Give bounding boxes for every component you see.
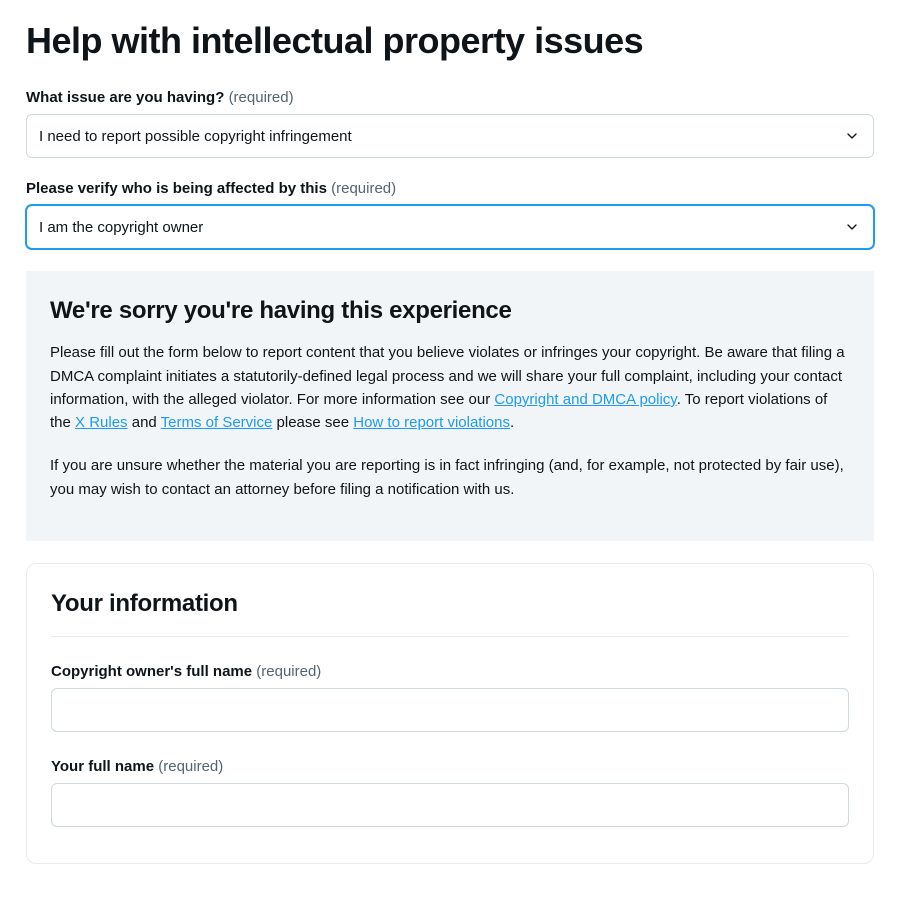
info-paragraph-1: Please fill out the form below to report…	[50, 341, 850, 434]
page-title: Help with intellectual property issues	[26, 20, 874, 61]
affected-select-value: I am the copyright owner	[39, 219, 203, 236]
divider	[51, 636, 849, 637]
affected-select[interactable]: I am the copyright owner	[26, 205, 874, 249]
your-information-card: Your information Copyright owner's full …	[26, 563, 874, 864]
issue-label: What issue are you having? (required)	[26, 89, 874, 106]
required-tag: (required)	[229, 89, 294, 106]
terms-of-service-link[interactable]: Terms of Service	[161, 414, 273, 431]
info-text: and	[128, 414, 161, 431]
owner-full-name-input[interactable]	[51, 688, 849, 732]
info-panel: We're sorry you're having this experienc…	[26, 271, 874, 541]
affected-label: Please verify who is being affected by t…	[26, 180, 874, 197]
issue-label-text: What issue are you having?	[26, 89, 224, 106]
required-tag: (required)	[256, 663, 321, 680]
x-rules-link[interactable]: X Rules	[75, 414, 128, 431]
your-name-label-text: Your full name	[51, 758, 154, 775]
your-name-label: Your full name (required)	[51, 758, 849, 775]
copyright-dmca-policy-link[interactable]: Copyright and DMCA policy	[494, 391, 676, 408]
owner-name-label-text: Copyright owner's full name	[51, 663, 252, 680]
your-full-name-input[interactable]	[51, 783, 849, 827]
affected-label-text: Please verify who is being affected by t…	[26, 180, 327, 197]
issue-select[interactable]: I need to report possible copyright infr…	[26, 114, 874, 158]
info-text: .	[510, 414, 514, 431]
required-tag: (required)	[158, 758, 223, 775]
your-information-heading: Your information	[51, 590, 849, 618]
info-heading: We're sorry you're having this experienc…	[50, 297, 850, 325]
how-to-report-link[interactable]: How to report violations	[353, 414, 510, 431]
owner-name-label: Copyright owner's full name (required)	[51, 663, 849, 680]
info-paragraph-2: If you are unsure whether the material y…	[50, 454, 850, 501]
info-text: please see	[272, 414, 353, 431]
issue-select-value: I need to report possible copyright infr…	[39, 128, 352, 145]
required-tag: (required)	[331, 180, 396, 197]
